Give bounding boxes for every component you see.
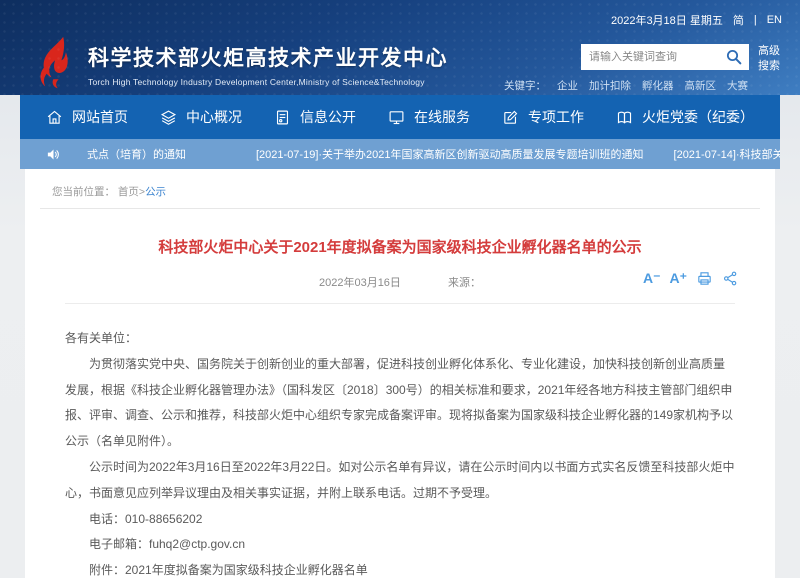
advanced-search-link[interactable]: 高级搜索 (758, 44, 782, 74)
site-subtitle: Torch High Technology Industry Developme… (88, 77, 448, 87)
pen-icon (502, 109, 519, 126)
document-icon (274, 109, 291, 126)
lang-divider: | (754, 14, 757, 26)
salutation: 各有关单位： (65, 326, 735, 352)
site-title: 科学技术部火炬高技术产业开发中心 (88, 42, 448, 72)
search-box (581, 44, 749, 70)
article-body: 各有关单位： 为贯彻落实党中央、国务院关于创新创业的重大部署，促进科技创业孵化体… (65, 326, 735, 578)
phone-line: 电话：010-88656202 (65, 507, 735, 533)
email-line: 电子邮箱：fuhq2@ctp.gov.cn (65, 532, 735, 558)
topbar: 2022年3月18日 星期五 简 | EN (611, 12, 782, 28)
keyword-link[interactable]: 孵化器 (642, 78, 674, 93)
search-button[interactable] (723, 46, 745, 68)
speaker-icon (46, 147, 61, 162)
site-brand: 科学技术部火炬高技术产业开发中心 Torch High Technology I… (88, 42, 448, 87)
nav-label: 信息公开 (300, 107, 356, 127)
content-area: 您当前位置： 首页>公示 科技部火炬中心关于2021年度拟备案为国家级科技企业孵… (25, 169, 775, 578)
layers-icon (160, 109, 177, 126)
nav-label: 专项工作 (528, 107, 584, 127)
article: 科技部火炬中心关于2021年度拟备案为国家级科技企业孵化器名单的公示 2022年… (40, 236, 760, 578)
nav-label: 火炬党委（纪委） (642, 107, 754, 127)
font-decrease-button[interactable]: A⁻ (643, 270, 661, 287)
nav-item-party-committee[interactable]: 火炬党委（纪委） (616, 107, 754, 127)
share-button[interactable] (722, 270, 739, 287)
nav-label: 中心概况 (186, 107, 242, 127)
search-input[interactable] (589, 51, 723, 63)
main-nav: 网站首页 中心概况 信息公开 在线服务 专项工作 火炬党委（纪委） (20, 95, 780, 139)
paragraph: 为贯彻落实党中央、国务院关于创新创业的重大部署，促进科技创业孵化体系化、专业化建… (65, 352, 735, 455)
nav-label: 网站首页 (72, 107, 128, 127)
site-header: 科学技术部火炬高技术产业开发中心 Torch High Technology I… (0, 0, 800, 95)
breadcrumb-label: 您当前位置： (52, 186, 115, 198)
monitor-icon (388, 109, 405, 126)
breadcrumb: 您当前位置： 首页>公示 (40, 169, 760, 209)
keyword-link[interactable]: 高新区 (685, 78, 717, 93)
article-date: 2022年03月16日 (319, 277, 401, 289)
keywords-label: 关键字： (504, 78, 546, 93)
hot-keywords: 关键字： 企业 加计扣除 孵化器 高新区 大赛 (504, 78, 748, 93)
attachment-line: 附件：2021年度拟备案为国家级科技企业孵化器名单 (65, 558, 735, 578)
printer-icon (696, 270, 713, 287)
nav-item-online-services[interactable]: 在线服务 (388, 107, 470, 127)
font-increase-button[interactable]: A⁺ (670, 270, 688, 287)
paragraph: 公示时间为2022年3月16日至2022年3月22日。如对公示名单有异议，请在公… (65, 455, 735, 507)
notice-link[interactable]: [2021-07-14]·科技部关于举 (644, 146, 780, 162)
current-date: 2022年3月18日 星期五 (611, 12, 723, 28)
search-area: 高级搜索 (581, 44, 782, 74)
article-source-label: 来源： (448, 277, 481, 289)
home-icon (46, 109, 63, 126)
article-tools: A⁻ A⁺ (643, 270, 739, 287)
print-button[interactable] (696, 270, 713, 287)
party-book-icon (616, 109, 633, 126)
nav-item-home[interactable]: 网站首页 (46, 107, 128, 127)
share-icon (722, 270, 739, 287)
search-icon (725, 48, 743, 66)
notice-ticker: 式点（培育）的通知 [2021-07-19]·关于举办2021年国家高新区创新驱… (20, 139, 780, 169)
article-meta: 2022年03月16日 来源： A⁻ A⁺ (65, 274, 735, 304)
nav-item-info-disclosure[interactable]: 信息公开 (274, 107, 356, 127)
nav-item-overview[interactable]: 中心概况 (160, 107, 242, 127)
notice-link[interactable]: 式点（培育）的通知 (87, 146, 186, 162)
lang-simplified-link[interactable]: 简 (733, 12, 744, 28)
notice-link[interactable]: [2021-07-19]·关于举办2021年国家高新区创新驱动高质量发展专题培训… (256, 146, 644, 162)
article-title: 科技部火炬中心关于2021年度拟备案为国家级科技企业孵化器名单的公示 (65, 236, 735, 257)
keyword-link[interactable]: 企业 (557, 78, 578, 93)
breadcrumb-current-link[interactable]: 公示 (145, 186, 166, 198)
keyword-link[interactable]: 大赛 (727, 78, 748, 93)
nav-item-special-projects[interactable]: 专项工作 (502, 107, 584, 127)
nav-label: 在线服务 (414, 107, 470, 127)
torch-logo-icon (33, 36, 79, 90)
lang-english-link[interactable]: EN (767, 14, 782, 26)
keyword-link[interactable]: 加计扣除 (589, 78, 631, 93)
breadcrumb-home-link[interactable]: 首页 (118, 186, 139, 198)
